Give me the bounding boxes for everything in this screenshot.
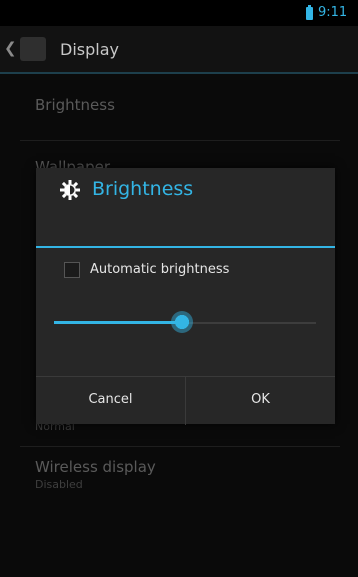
- action-bar: ❮ Display: [0, 26, 358, 74]
- divider: [20, 446, 340, 447]
- auto-brightness-checkbox[interactable]: [64, 262, 80, 278]
- brightness-icon: [60, 180, 80, 200]
- slider-fill: [54, 321, 182, 324]
- pref-title: Wireless display: [35, 458, 156, 476]
- slider-thumb[interactable]: [171, 311, 193, 333]
- status-bar: 9:11: [0, 0, 358, 26]
- dialog-button-bar: Cancel OK: [36, 376, 335, 425]
- cancel-button[interactable]: Cancel: [36, 377, 185, 425]
- pref-title: Brightness: [35, 96, 115, 114]
- divider: [20, 140, 340, 141]
- dialog-title-divider: [36, 246, 335, 248]
- screen: 9:11 ❮ Display Brightness Wallpaper Norm…: [0, 0, 358, 577]
- action-bar-title[interactable]: Display: [60, 40, 119, 59]
- dialog-header: Brightness: [36, 168, 335, 246]
- pref-brightness[interactable]: Brightness: [35, 96, 115, 114]
- brightness-slider[interactable]: [54, 308, 316, 338]
- pref-wireless-display[interactable]: Wireless display Disabled: [35, 458, 156, 491]
- ok-button[interactable]: OK: [186, 377, 335, 425]
- auto-brightness-label[interactable]: Automatic brightness: [90, 262, 229, 277]
- chevron-left-icon[interactable]: ❮: [4, 39, 17, 57]
- battery-icon: [306, 5, 313, 20]
- dialog-title: Brightness: [92, 178, 194, 200]
- display-settings-icon[interactable]: [20, 37, 46, 61]
- status-time: 9:11: [318, 5, 348, 20]
- pref-summary: Disabled: [35, 478, 83, 491]
- brightness-dialog: Brightness Automatic brightness Cancel O…: [36, 168, 335, 425]
